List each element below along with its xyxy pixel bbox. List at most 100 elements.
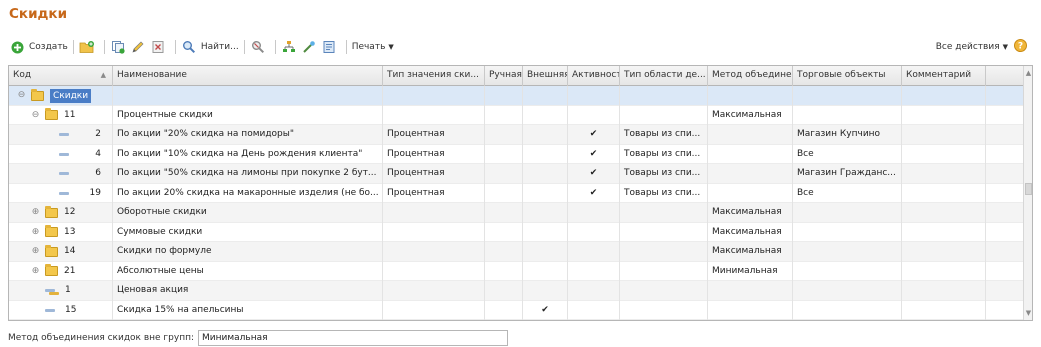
cancel-search-button[interactable]: [250, 37, 270, 57]
print-button[interactable]: Печать ▼: [352, 37, 394, 57]
cell-area-type: [620, 86, 708, 106]
cell-external: [523, 183, 568, 203]
column-header-name[interactable]: Наименование: [113, 66, 383, 86]
cell-external: [523, 261, 568, 281]
cell-active: ✔: [568, 164, 620, 184]
table-row[interactable]: ⊕ 14 Скидки по формуле Максимальная: [9, 242, 1032, 262]
cell-code: 1: [9, 281, 113, 301]
collapse-icon[interactable]: ⊖: [17, 90, 26, 100]
cell-external: [523, 86, 568, 106]
all-actions-button[interactable]: Все действия ▼: [936, 37, 1008, 57]
cell-comment: [902, 86, 986, 106]
table-row[interactable]: 4 По акции "10% скидка на День рождения к…: [9, 144, 1032, 164]
cell-manual: [485, 183, 523, 203]
cell-name: По акции "20% скидка на помидоры": [113, 125, 383, 145]
table-row[interactable]: 2 По акции "20% скидка на помидоры" Процен…: [9, 125, 1032, 145]
cell-manual: [485, 222, 523, 242]
create-folder-button[interactable]: [79, 37, 99, 57]
column-header-area-type[interactable]: Тип области де...: [620, 66, 708, 86]
scroll-thumb[interactable]: [1025, 183, 1032, 195]
table-row[interactable]: ⊕ 21 Абсолютные цены Минимальная: [9, 261, 1032, 281]
settings-button[interactable]: [301, 37, 321, 57]
cell-area-type: Товары из спи...: [620, 125, 708, 145]
cell-value-type: [383, 320, 485, 321]
table-row[interactable]: ⊖ 11 Процентные скидки Максимальная: [9, 105, 1032, 125]
cell-comment: [902, 261, 986, 281]
cell-name: Суммовые скидки: [113, 222, 383, 242]
cell-area-type: [620, 203, 708, 223]
cell-area-type: [620, 320, 708, 321]
column-header-external[interactable]: Внешняя: [523, 66, 568, 86]
delete-mark-button[interactable]: [150, 37, 170, 57]
cell-active: ✔: [568, 144, 620, 164]
new-folder-icon: [79, 39, 95, 55]
cell-active: [568, 281, 620, 301]
column-header-value-type[interactable]: Тип значения ски...: [383, 66, 485, 86]
expand-icon[interactable]: ⊕: [31, 227, 40, 237]
cell-active: [568, 320, 620, 321]
column-header-comment[interactable]: Комментарий: [902, 66, 986, 86]
cell-name: Абсолютные цены: [113, 261, 383, 281]
find-button[interactable]: Найти...: [181, 37, 239, 57]
cell-code: 2: [9, 125, 113, 145]
cell-area-type: [620, 300, 708, 320]
cell-name: Процентные скидки: [113, 105, 383, 125]
table-row[interactable]: 16 Скидка из внешнего ПО ✔: [9, 320, 1032, 321]
scroll-up-icon[interactable]: ▲: [1025, 69, 1032, 77]
table-row[interactable]: ⊕ 12 Оборотные скидки Максимальная: [9, 203, 1032, 223]
cell-trade-objects: [793, 261, 902, 281]
table-row[interactable]: ⊖ Скидки: [9, 86, 1032, 106]
folder-icon: [45, 264, 58, 277]
column-header-manual[interactable]: Ручная: [485, 66, 523, 86]
cell-code: 19: [9, 183, 113, 203]
cell-trade-objects: [793, 300, 902, 320]
copy-button[interactable]: [110, 37, 130, 57]
cell-area-type: Товары из спи...: [620, 144, 708, 164]
table-row[interactable]: 15 Скидка 15% на апельсины ✔: [9, 300, 1032, 320]
cell-external: [523, 144, 568, 164]
table-row[interactable]: ⊕ 13 Суммовые скидки Максимальная: [9, 222, 1032, 242]
cell-code: ⊕ 13: [9, 222, 113, 242]
merge-method-field[interactable]: Минимальная: [198, 330, 509, 346]
column-header-merge-method[interactable]: Метод объединен...: [708, 66, 793, 86]
cell-area-type: [620, 105, 708, 125]
code-text: 14: [64, 246, 76, 257]
cell-code: 4: [9, 144, 113, 164]
collapse-icon[interactable]: ⊖: [31, 110, 40, 120]
separator: [174, 40, 176, 54]
cell-active: ✔: [568, 125, 620, 145]
all-actions-label: Все действия: [935, 42, 1000, 52]
expand-icon[interactable]: ⊕: [31, 266, 40, 276]
create-button[interactable]: Создать: [9, 37, 68, 57]
table-row[interactable]: 19 По акции 20% скидка на макаронные изде…: [9, 183, 1032, 203]
cell-merge-method: Максимальная: [708, 242, 793, 262]
report-button[interactable]: [321, 37, 341, 57]
column-header-active[interactable]: Активность: [568, 66, 620, 86]
column-header-trade-objects[interactable]: Торговые объекты: [793, 66, 902, 86]
separator: [72, 40, 74, 54]
cell-active: ✔: [568, 183, 620, 203]
column-header-code[interactable]: Код ▲: [9, 66, 113, 86]
edit-button[interactable]: [130, 37, 150, 57]
cell-merge-method: [708, 320, 793, 321]
help-icon[interactable]: ?: [1014, 39, 1027, 55]
hierarchy-button[interactable]: [281, 37, 301, 57]
expand-icon[interactable]: ⊕: [31, 207, 40, 217]
element-icon: [59, 133, 69, 137]
cell-trade-objects: [793, 105, 902, 125]
discounts-table: Код ▲ Наименование Тип значения ски... Ручна…: [8, 65, 1033, 321]
footer: Метод объединения скидок вне групп: Мини…: [8, 330, 509, 346]
expand-icon[interactable]: ⊕: [31, 246, 40, 256]
cell-name: Скидки по формуле: [113, 242, 383, 262]
cell-trade-objects: [793, 320, 902, 321]
vertical-scrollbar[interactable]: ▲ ▼: [1023, 66, 1032, 320]
cell-external: ✔: [523, 320, 568, 321]
separator: [243, 40, 245, 54]
cell-merge-method: [708, 300, 793, 320]
cell-comment: [902, 281, 986, 301]
scroll-down-icon[interactable]: ▼: [1025, 309, 1032, 317]
cell-trade-objects: Магазин Купчино: [793, 125, 902, 145]
cell-manual: [485, 242, 523, 262]
table-row[interactable]: 1 Ценовая акция: [9, 281, 1032, 301]
table-row[interactable]: 6 По акции "50% скидка на лимоны при поку…: [9, 164, 1032, 184]
